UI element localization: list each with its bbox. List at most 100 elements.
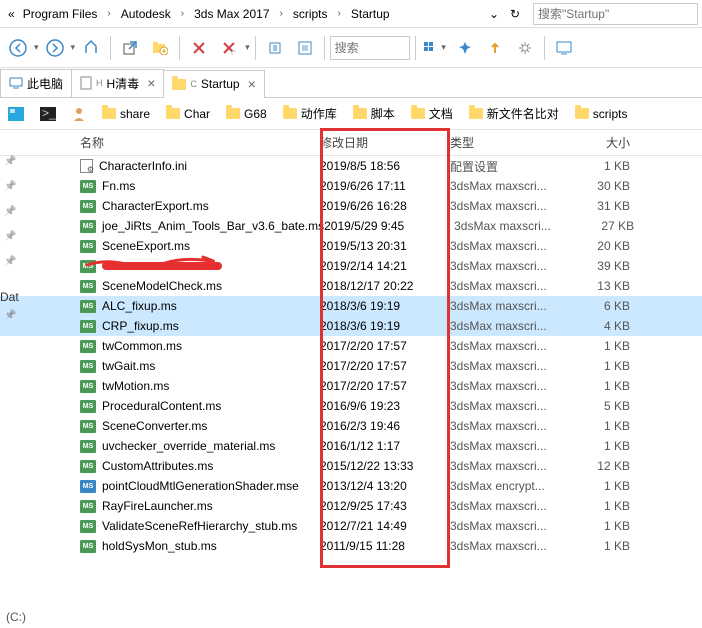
fav-user[interactable] [72, 107, 86, 121]
fav-folder[interactable]: 文档 [411, 105, 453, 122]
file-row[interactable]: MS2019/2/14 14:213dsMax maxscri...39 KB [0, 256, 702, 276]
file-icon [80, 76, 92, 90]
file-row[interactable]: MSRayFireLauncher.ms2012/9/25 17:433dsMa… [0, 496, 702, 516]
file-size: 39 KB [570, 259, 630, 273]
file-row[interactable]: MSCharacterExport.ms2019/6/26 16:283dsMa… [0, 196, 702, 216]
file-date: 2017/2/20 17:57 [320, 359, 450, 373]
file-size: 1 KB [570, 539, 630, 553]
tab-this-pc[interactable]: 此电脑 [0, 69, 72, 97]
toolbar-search-input[interactable] [330, 36, 410, 60]
file-row[interactable]: MStwCommon.ms2017/2/20 17:573dsMax maxsc… [0, 336, 702, 356]
pin-icon[interactable]: 📌 [4, 310, 16, 321]
file-date: 2019/5/13 20:31 [320, 239, 450, 253]
open-external-icon[interactable] [116, 34, 144, 62]
breadcrumb-seg-1[interactable]: Autodesk [117, 5, 175, 23]
tabs: 此电脑 H H清毒 × C Startup × [0, 68, 702, 98]
fav-folder[interactable]: share [102, 107, 150, 121]
fav-folder[interactable]: Char [166, 107, 210, 121]
fav-folder[interactable]: 脚本 [353, 105, 395, 122]
refresh-icon[interactable]: ↻ [503, 7, 527, 21]
file-type: 3dsMax maxscri... [450, 339, 570, 353]
breadcrumb-prefix[interactable]: « [4, 5, 19, 23]
file-type: 3dsMax maxscri... [450, 439, 570, 453]
file-row[interactable]: MSjoe_JiRts_Anim_Tools_Bar_v3.6_bate.ms2… [0, 216, 702, 236]
file-row[interactable]: MSFn.ms2019/6/26 17:113dsMax maxscri...3… [0, 176, 702, 196]
file-name: uvchecker_override_material.ms [102, 439, 275, 453]
file-size: 1 KB [570, 159, 630, 173]
file-size: 1 KB [570, 439, 630, 453]
select-all-icon[interactable] [291, 34, 319, 62]
close-icon[interactable]: × [244, 76, 256, 92]
dropdown-icon[interactable]: ⌄ [485, 7, 503, 21]
col-size-header[interactable]: 大小 [570, 134, 630, 151]
view-mode-icon[interactable]: ▾ [421, 34, 449, 62]
file-name: twCommon.ms [102, 339, 182, 353]
file-row[interactable]: MStwGait.ms2017/2/20 17:573dsMax maxscri… [0, 356, 702, 376]
file-name: CharacterInfo.ini [99, 159, 187, 173]
file-row[interactable]: MSuvchecker_override_material.ms2016/1/1… [0, 436, 702, 456]
upload-icon[interactable] [481, 34, 509, 62]
file-row[interactable]: MSSceneConverter.ms2016/2/3 19:463dsMax … [0, 416, 702, 436]
file-row[interactable]: MSCustomAttributes.ms2015/12/22 13:333ds… [0, 456, 702, 476]
file-row[interactable]: MSProceduralContent.ms2016/9/6 19:233dsM… [0, 396, 702, 416]
forward-icon[interactable] [41, 34, 69, 62]
col-date-header[interactable]: 修改日期 [320, 134, 450, 151]
fav-folder[interactable]: G68 [226, 107, 267, 121]
file-date: 2018/12/17 20:22 [320, 279, 450, 293]
pin-icon[interactable]: 📌 [4, 231, 16, 242]
fav-desktop[interactable] [8, 107, 24, 121]
col-type-header[interactable]: 类型 [450, 134, 570, 151]
file-type: 3dsMax maxscri... [450, 539, 570, 553]
pin-icon[interactable]: 📌 [4, 256, 16, 267]
file-size: 31 KB [570, 199, 630, 213]
file-name: CustomAttributes.ms [102, 459, 213, 473]
redacted-name [102, 262, 222, 270]
ms-icon: MS [80, 200, 96, 213]
file-row[interactable]: MSSceneExport.ms2019/5/13 20:313dsMax ma… [0, 236, 702, 256]
breadcrumb-seg-0[interactable]: Program Files [19, 5, 102, 23]
file-row[interactable]: MSCRP_fixup.ms2018/3/6 19:193dsMax maxsc… [0, 316, 702, 336]
file-size: 20 KB [570, 239, 630, 253]
new-folder-icon[interactable] [146, 34, 174, 62]
breadcrumb-seg-3[interactable]: scripts [289, 5, 332, 23]
tab-label: 此电脑 [27, 75, 63, 92]
delete-icon[interactable] [185, 34, 213, 62]
pin-icon[interactable]: 📌 [4, 156, 16, 167]
file-row[interactable]: MSALC_fixup.ms2018/3/6 19:193dsMax maxsc… [0, 296, 702, 316]
fav-folder[interactable]: 动作库 [283, 105, 337, 122]
file-row[interactable]: MSholdSysMon_stub.ms2011/9/15 11:283dsMa… [0, 536, 702, 556]
tab-cleanup[interactable]: H H清毒 × [71, 69, 164, 97]
file-size: 1 KB [570, 359, 630, 373]
pin-icon[interactable]: 📌 [4, 206, 16, 217]
file-row[interactable]: MSpointCloudMtlGenerationShader.mse2013/… [0, 476, 702, 496]
pin-icon[interactable]: 📌 [4, 181, 16, 192]
col-name-header[interactable]: 名称 [80, 136, 104, 150]
file-name: ALC_fixup.ms [102, 299, 177, 313]
close-icon[interactable]: × [143, 75, 155, 91]
file-row[interactable]: MStwMotion.ms2017/2/20 17:573dsMax maxsc… [0, 376, 702, 396]
ms-icon: MS [80, 500, 96, 513]
file-size: 1 KB [570, 419, 630, 433]
ms-icon: MS [80, 440, 96, 453]
breadcrumb-seg-2[interactable]: 3ds Max 2017 [190, 5, 273, 23]
mse-icon: MS [80, 480, 96, 493]
settings-icon[interactable] [511, 34, 539, 62]
screen-icon[interactable] [550, 34, 578, 62]
tab-startup[interactable]: C Startup × [163, 70, 264, 98]
file-type: 3dsMax maxscri... [450, 359, 570, 373]
file-row[interactable]: MSSceneModelCheck.ms2018/12/17 20:223dsM… [0, 276, 702, 296]
up-icon[interactable] [77, 34, 105, 62]
fav-cmd[interactable]: >_ [40, 107, 56, 121]
file-row[interactable]: CharacterInfo.ini2019/8/5 18:56配置设置1 KB [0, 156, 702, 176]
tab-label: Startup [201, 77, 240, 91]
properties-icon[interactable] [261, 34, 289, 62]
delete-permanent-icon[interactable] [215, 34, 243, 62]
search-input[interactable] [533, 3, 698, 25]
fav-folder[interactable]: 新文件名比对 [469, 105, 559, 122]
pin-icon[interactable] [451, 34, 479, 62]
file-row[interactable]: MSValidateSceneRefHierarchy_stub.ms2012/… [0, 516, 702, 536]
fav-folder[interactable]: scripts [575, 107, 628, 121]
file-date: 2013/12/4 13:20 [320, 479, 450, 493]
breadcrumb-seg-4[interactable]: Startup [347, 5, 394, 23]
back-icon[interactable] [4, 34, 32, 62]
